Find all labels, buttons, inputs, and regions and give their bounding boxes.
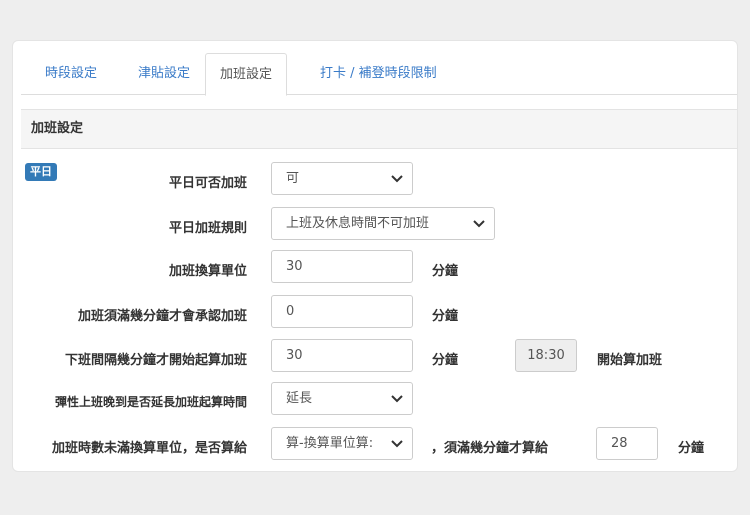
conversion-unit-input[interactable]: 30 [271, 250, 413, 283]
overtime-rule-label: 平日加班規則 [168, 221, 247, 236]
tab-overtime[interactable]: 加班設定 [205, 53, 288, 96]
chevron-down-icon [391, 428, 403, 459]
overtime-rule-value: 上班及休息時間不可加班 [286, 216, 430, 231]
late-extend-value: 延長 [286, 391, 313, 406]
late-extend-select[interactable]: 延長 [271, 382, 413, 415]
remainder-min-label: ，須滿幾分鐘才算給 [431, 441, 549, 456]
conversion-unit-suffix: 分鐘 [432, 264, 459, 279]
allow-overtime-select[interactable]: 可 [271, 162, 413, 195]
tab-punch-limit[interactable]: 打卡 / 補登時段限制 [306, 53, 451, 95]
min-minutes-suffix: 分鐘 [432, 309, 459, 324]
allow-overtime-label: 平日可否加班 [168, 176, 247, 191]
tab-allowance[interactable]: 津貼設定 [124, 53, 204, 95]
conversion-unit-label: 加班換算單位 [168, 264, 247, 279]
overtime-start-time: 18:30 [515, 339, 577, 372]
weekday-badge: 平日 [25, 163, 57, 181]
chevron-down-icon [391, 383, 403, 414]
chevron-down-icon [391, 163, 403, 194]
min-minutes-input[interactable]: 0 [271, 295, 413, 328]
settings-card: 時段設定 津貼設定 加班設定 打卡 / 補登時段限制 加班設定 平日 平日可否加… [12, 40, 738, 472]
min-minutes-label: 加班須滿幾分鐘才會承認加班 [77, 309, 247, 324]
remainder-min-input[interactable]: 28 [596, 427, 658, 460]
tab-bar: 時段設定 津貼設定 加班設定 打卡 / 補登時段限制 [21, 47, 737, 96]
late-extend-label: 彈性上班晚到是否延長加班起算時間 [54, 395, 247, 409]
tab-time-period[interactable]: 時段設定 [31, 53, 111, 95]
chevron-down-icon [473, 208, 485, 239]
remainder-value: 算-換算單位算: [286, 436, 374, 451]
remainder-min-suffix: 分鐘 [678, 441, 705, 456]
remainder-label: 加班時數未滿換算單位，是否算給 [51, 441, 247, 456]
panel-title: 加班設定 [21, 109, 737, 149]
gap-minutes-input[interactable]: 30 [271, 339, 413, 372]
gap-minutes-suffix: 分鐘 [432, 353, 459, 368]
gap-minutes-label: 下班間隔幾分鐘才開始起算加班 [64, 353, 247, 368]
overtime-start-suffix: 開始算加班 [597, 353, 663, 368]
allow-overtime-value: 可 [286, 171, 300, 186]
remainder-select[interactable]: 算-換算單位算: [271, 427, 413, 460]
overtime-rule-select[interactable]: 上班及休息時間不可加班 [271, 207, 495, 240]
